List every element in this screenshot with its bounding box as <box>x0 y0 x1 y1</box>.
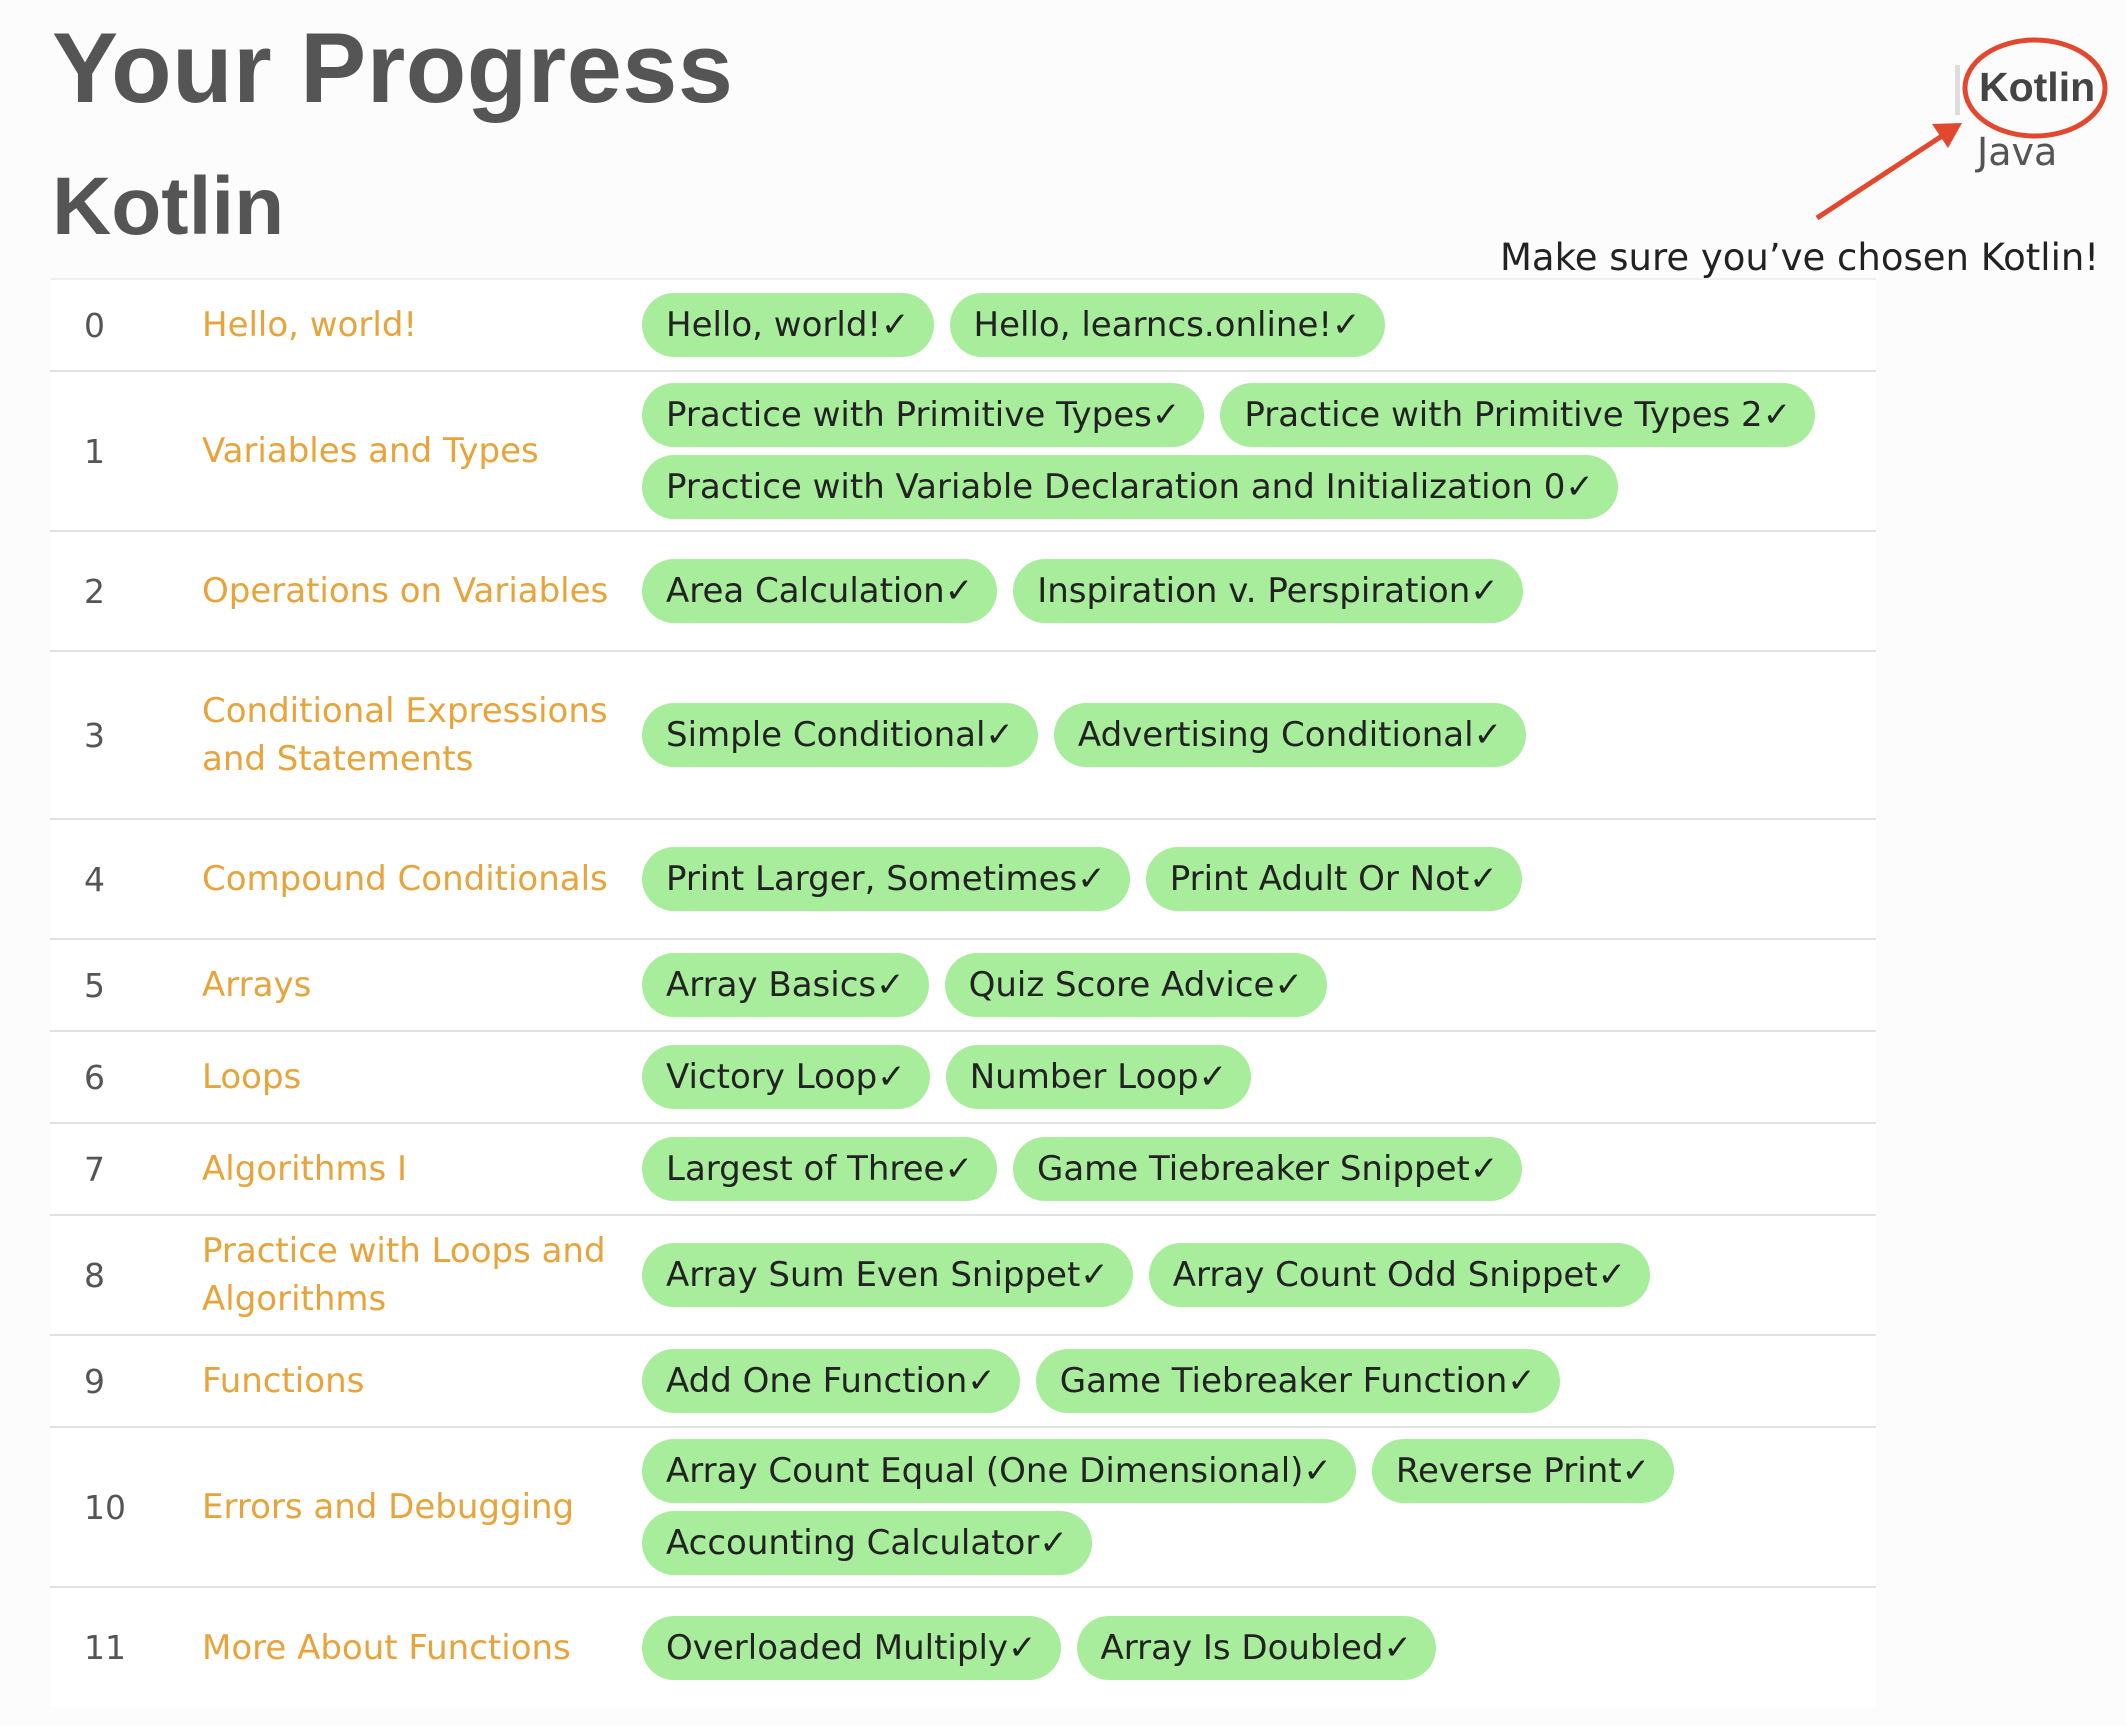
language-switch-bar <box>1955 65 1960 115</box>
annotation-arrowhead <box>1932 123 1962 148</box>
lesson-topic-link[interactable]: Errors and Debugging <box>202 1426 642 1587</box>
annotation-arrow-line <box>1815 133 1944 221</box>
language-option-kotlin[interactable]: Kotlin <box>1979 64 2095 111</box>
problem-pill-list: Hello, world!✓ Hello, learncs.online!✓ <box>642 293 1862 357</box>
problem-pill[interactable]: Array Is Doubled✓ <box>1076 1615 1436 1680</box>
lesson-topic-link[interactable]: Conditional Expressions and Statements <box>202 650 642 819</box>
lesson-problems: Array Count Equal (One Dimensional)✓ Reve… <box>642 1426 1876 1587</box>
lesson-problems: Array Basics✓ Quiz Score Advice✓ <box>642 938 1876 1031</box>
problem-pill[interactable]: Accounting Calculator✓ <box>642 1511 1092 1575</box>
lesson-number: 4 <box>50 818 202 939</box>
lesson-problems: Add One Function✓ Game Tiebreaker Functio… <box>642 1334 1876 1427</box>
problem-pill[interactable]: Practice with Primitive Types✓ <box>642 383 1205 447</box>
lesson-topic-link[interactable]: More About Functions <box>202 1586 642 1707</box>
lesson-problems: Simple Conditional✓ Advertising Condition… <box>642 650 1876 819</box>
problem-pill-list: Array Sum Even Snippet✓ Array Count Odd S… <box>642 1243 1862 1307</box>
problem-pill[interactable]: Practice with Variable Declaration and I… <box>642 455 1618 519</box>
problem-pill[interactable]: Practice with Primitive Types 2✓ <box>1220 383 1816 447</box>
lesson-row: 11 More About Functions Overloaded Multipl… <box>50 1586 1876 1707</box>
lesson-problems: Victory Loop✓ Number Loop✓ <box>642 1030 1876 1123</box>
lesson-row: 7 Algorithms I Largest of Three✓ Game Tiebr… <box>50 1122 1876 1215</box>
problem-pill-list: Largest of Three✓ Game Tiebreaker Snippet… <box>642 1137 1862 1201</box>
lesson-topic-link[interactable]: Arrays <box>202 938 642 1031</box>
problem-pill[interactable]: Number Loop✓ <box>945 1045 1252 1109</box>
annotation-text: Make sure you’ve chosen Kotlin! <box>1500 236 2100 279</box>
lesson-row: 10 Errors and Debugging Array Count Equal … <box>50 1426 1876 1587</box>
problem-pill-list: Array Basics✓ Quiz Score Advice✓ <box>642 953 1862 1017</box>
problem-pill[interactable]: Overloaded Multiply✓ <box>642 1615 1061 1680</box>
lesson-row: 9 Functions Add One Function✓ Game Tiebreak… <box>50 1334 1876 1427</box>
lesson-number: 9 <box>50 1334 202 1427</box>
problem-pill-list: Print Larger, Sometimes✓ Print Adult Or N… <box>642 847 1862 911</box>
problem-pill[interactable]: Print Adult Or Not✓ <box>1145 847 1522 911</box>
lesson-topic-link[interactable]: Loops <box>202 1030 642 1123</box>
lesson-row: 2 Operations on Variables Area Calculation… <box>50 530 1876 651</box>
lesson-row: 4 Compound Conditionals Print Larger, Some… <box>50 818 1876 939</box>
progress-table: 0 Hello, world! Hello, world!✓ Hello, learn… <box>50 278 1876 1707</box>
lesson-number: 8 <box>50 1214 202 1335</box>
problem-pill[interactable]: Advertising Conditional✓ <box>1053 703 1527 767</box>
lesson-problems: Practice with Primitive Types✓ Practice w… <box>642 370 1876 531</box>
lesson-number: 11 <box>50 1586 202 1707</box>
problem-pill[interactable]: Inspiration v. Perspiration✓ <box>1013 559 1523 623</box>
lesson-row: 8 Practice with Loops and Algorithms Array… <box>50 1214 1876 1335</box>
lesson-problems: Hello, world!✓ Hello, learncs.online!✓ <box>642 278 1876 371</box>
lesson-list: 0 Hello, world! Hello, world!✓ Hello, learn… <box>50 278 1876 1707</box>
lesson-row: 1 Variables and Types Practice with Primit… <box>50 370 1876 531</box>
lesson-row: 6 Loops Victory Loop✓ Number Loop✓ <box>50 1030 1876 1123</box>
problem-pill[interactable]: Victory Loop✓ <box>642 1045 930 1109</box>
problem-pill[interactable]: Array Basics✓ <box>642 953 929 1017</box>
lesson-topic-link[interactable]: Compound Conditionals <box>202 818 642 939</box>
lesson-problems: Overloaded Multiply✓ Array Is Doubled✓ <box>642 1586 1876 1707</box>
lesson-problems: Array Sum Even Snippet✓ Array Count Odd S… <box>642 1214 1876 1335</box>
lesson-problems: Largest of Three✓ Game Tiebreaker Snippet… <box>642 1122 1876 1215</box>
lesson-row: 3 Conditional Expressions and Statements S… <box>50 650 1876 819</box>
problem-pill[interactable]: Game Tiebreaker Function✓ <box>1035 1349 1560 1413</box>
problem-pill[interactable]: Array Sum Even Snippet✓ <box>642 1243 1133 1307</box>
lesson-row: 5 Arrays Array Basics✓ Quiz Score Advice✓ <box>50 938 1876 1031</box>
lesson-number: 1 <box>50 370 202 531</box>
lesson-number: 2 <box>50 530 202 651</box>
problem-pill-list: Add One Function✓ Game Tiebreaker Functio… <box>642 1349 1862 1413</box>
problem-pill[interactable]: Area Calculation✓ <box>642 559 998 623</box>
problem-pill[interactable]: Array Count Equal (One Dimensional)✓ <box>642 1439 1356 1503</box>
problem-pill-list: Overloaded Multiply✓ Array Is Doubled✓ <box>642 1615 1862 1680</box>
problem-pill-list: Array Count Equal (One Dimensional)✓ Reve… <box>642 1439 1862 1575</box>
problem-pill-list: Area Calculation✓ Inspiration v. Perspira… <box>642 559 1862 623</box>
page-title: Your Progress <box>52 12 734 123</box>
problem-pill-list: Simple Conditional✓ Advertising Condition… <box>642 703 1862 767</box>
lesson-number: 10 <box>50 1426 202 1587</box>
problem-pill[interactable]: Quiz Score Advice✓ <box>944 953 1327 1017</box>
lesson-topic-link[interactable]: Hello, world! <box>202 278 642 371</box>
problem-pill[interactable]: Add One Function✓ <box>642 1349 1020 1413</box>
lesson-row: 0 Hello, world! Hello, world!✓ Hello, learn… <box>50 278 1876 371</box>
problem-pill-list: Practice with Primitive Types✓ Practice w… <box>642 383 1862 519</box>
problem-pill[interactable]: Hello, learncs.online!✓ <box>949 293 1385 357</box>
problem-pill[interactable]: Print Larger, Sometimes✓ <box>642 847 1130 911</box>
language-option-java[interactable]: Java <box>1977 130 2057 174</box>
lesson-problems: Print Larger, Sometimes✓ Print Adult Or N… <box>642 818 1876 939</box>
problem-pill[interactable]: Game Tiebreaker Snippet✓ <box>1012 1137 1523 1201</box>
problem-pill[interactable]: Reverse Print✓ <box>1371 1439 1675 1503</box>
problem-pill[interactable]: Largest of Three✓ <box>642 1137 997 1201</box>
lesson-topic-link[interactable]: Variables and Types <box>202 370 642 531</box>
problem-pill-list: Victory Loop✓ Number Loop✓ <box>642 1045 1862 1109</box>
lesson-number: 3 <box>50 650 202 819</box>
lesson-number: 0 <box>50 278 202 371</box>
lesson-number: 7 <box>50 1122 202 1215</box>
lesson-problems: Area Calculation✓ Inspiration v. Perspira… <box>642 530 1876 651</box>
lesson-number: 6 <box>50 1030 202 1123</box>
lesson-topic-link[interactable]: Algorithms I <box>202 1122 642 1215</box>
lesson-number: 5 <box>50 938 202 1031</box>
lesson-topic-link[interactable]: Practice with Loops and Algorithms <box>202 1214 642 1335</box>
problem-pill[interactable]: Hello, world!✓ <box>642 293 934 357</box>
problem-pill[interactable]: Simple Conditional✓ <box>642 703 1038 767</box>
lesson-topic-link[interactable]: Operations on Variables <box>202 530 642 651</box>
lesson-topic-link[interactable]: Functions <box>202 1334 642 1427</box>
section-title: Kotlin <box>52 161 285 252</box>
problem-pill[interactable]: Array Count Odd Snippet✓ <box>1148 1243 1651 1307</box>
